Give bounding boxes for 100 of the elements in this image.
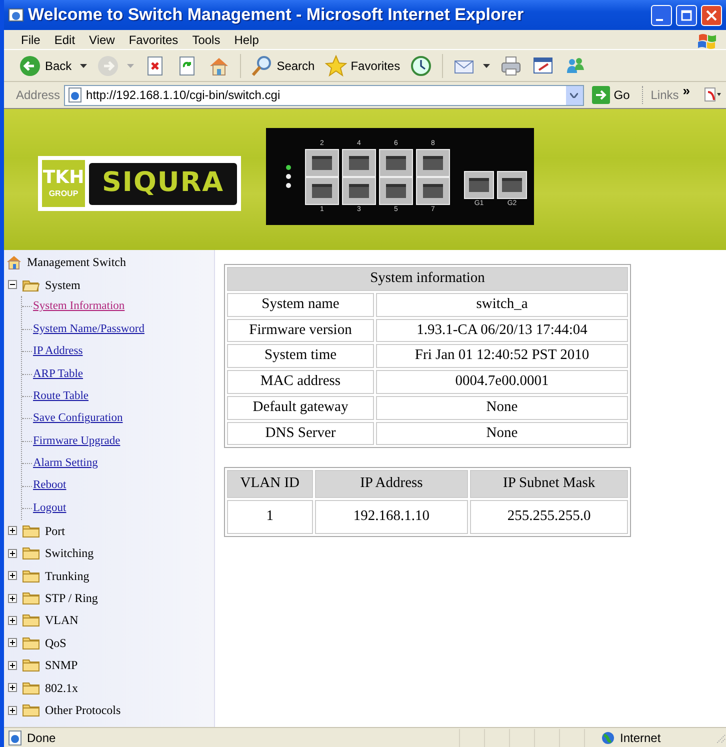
tree-link[interactable]: ARP Table — [33, 366, 83, 383]
resize-grip-icon — [714, 732, 726, 744]
address-label: Address — [16, 87, 60, 104]
tree-folder-label[interactable]: QoS — [45, 634, 66, 652]
table-cell: Default gateway — [227, 396, 374, 420]
port-icon — [379, 176, 413, 204]
tree-folder-label[interactable]: Other Protocols — [45, 701, 121, 719]
links-label[interactable]: Links — [642, 86, 679, 104]
led-icon — [286, 174, 291, 179]
table-cell: None — [376, 422, 628, 446]
menu-item[interactable]: File — [14, 30, 48, 48]
table-cell: 0004.7e00.0001 — [376, 370, 628, 394]
document-icon[interactable] — [702, 87, 722, 103]
expand-icon[interactable] — [8, 706, 17, 714]
chevron[interactable]: » — [682, 81, 690, 101]
maximize-icon — [681, 10, 692, 20]
go-button[interactable]: Go — [588, 86, 638, 104]
port-icon — [497, 170, 527, 198]
logo-subtitle: GROUP — [48, 190, 78, 198]
caret-icon — [483, 64, 490, 68]
tree-link[interactable]: Route Table — [33, 388, 89, 406]
table-title: System information — [227, 267, 628, 291]
column-header: IP Address — [314, 470, 468, 498]
table-cell: None — [376, 396, 628, 420]
tree-link[interactable]: Firmware Upgrade — [33, 432, 120, 450]
minimize-button[interactable] — [651, 4, 672, 26]
port-icon — [305, 148, 339, 176]
folder-icon — [22, 636, 40, 650]
address-box[interactable]: http://192.168.1.10/cgi-bin/switch.cgi — [64, 84, 584, 106]
caret-icon — [80, 64, 87, 68]
search-button[interactable]: Search — [248, 52, 318, 78]
folder-icon — [22, 680, 40, 695]
status-text: Done — [27, 730, 56, 746]
menu-item[interactable]: Edit — [47, 30, 82, 48]
expand-icon[interactable] — [8, 660, 17, 670]
tree-link[interactable]: System Information — [33, 298, 125, 316]
dropdown-button[interactable] — [566, 86, 583, 104]
tree-folder-label[interactable]: Switching — [45, 544, 94, 562]
table-cell: DNS Server — [227, 422, 374, 446]
logo-wordmark: SIQURA — [89, 162, 237, 204]
led-icon — [286, 165, 291, 170]
expand-icon[interactable] — [8, 683, 17, 692]
tree-link[interactable]: Reboot — [33, 477, 66, 495]
tree-folder-label[interactable]: 802.1x — [45, 678, 78, 697]
tree-folder-label[interactable]: VLAN — [45, 611, 78, 630]
port-icon — [305, 176, 339, 204]
browser-icon — [8, 7, 24, 23]
led-icon — [286, 183, 291, 188]
table-cell: MAC address — [227, 370, 374, 394]
expand-icon[interactable] — [8, 638, 17, 648]
logo-letters: TKH — [42, 169, 84, 187]
table-cell: Firmware version — [227, 318, 374, 342]
tree-link[interactable]: Logout — [33, 500, 66, 518]
menu-item[interactable]: View — [82, 30, 122, 48]
expand-icon[interactable] — [8, 526, 17, 536]
star-icon — [324, 54, 347, 76]
page-icon — [7, 730, 23, 746]
tree-folder-label[interactable]: STP / Ring — [45, 589, 98, 608]
table-cell: 255.255.255.0 — [470, 500, 628, 534]
caret-icon — [570, 92, 578, 98]
expand-icon[interactable] — [8, 571, 17, 580]
port-icon — [464, 170, 494, 198]
printer-icon — [500, 54, 522, 76]
edit-window-icon — [532, 54, 554, 76]
tree-folder-label[interactable]: SNMP — [45, 656, 78, 674]
expand-icon[interactable] — [8, 616, 17, 625]
back-button[interactable]: Back — [16, 52, 90, 78]
tree-link[interactable]: IP Address — [33, 343, 83, 360]
tree-link[interactable]: Alarm Setting — [33, 455, 98, 472]
folder-icon — [22, 613, 40, 628]
caret-icon — [126, 64, 134, 68]
menu-item[interactable]: Favorites — [122, 30, 186, 48]
tree-folder-label[interactable]: Port — [45, 522, 66, 540]
collapse-icon[interactable] — [8, 280, 17, 290]
tree-root-label[interactable]: Management Switch — [27, 253, 126, 272]
tree-folder-label[interactable]: Trunking — [45, 566, 90, 585]
close-button[interactable] — [701, 4, 722, 26]
table-cell: System name — [227, 292, 374, 316]
tree-folder-label[interactable]: System — [45, 276, 80, 294]
table-cell: Fri Jan 01 12:40:52 PST 2010 — [376, 344, 628, 368]
window-title: Welcome to Switch Management - Microsoft Internet Explorer — [28, 4, 525, 26]
expand-icon[interactable] — [8, 594, 17, 603]
favorites-button[interactable]: Favorites — [322, 52, 404, 78]
column-header: IP Subnet Mask — [470, 470, 628, 498]
tree-link[interactable]: Save Configuration — [33, 410, 123, 428]
folder-icon — [22, 703, 40, 717]
globe-icon — [601, 730, 615, 744]
menu-item[interactable]: Tools — [185, 30, 228, 48]
table-cell: 1 — [227, 500, 313, 534]
table-cell: System time — [227, 344, 374, 368]
menu-item[interactable]: Help — [227, 30, 266, 48]
tree-link[interactable]: System Name/Password — [33, 320, 144, 338]
maximize-button[interactable] — [676, 4, 697, 26]
zone-label: Internet — [620, 730, 661, 746]
table-cell: 192.168.1.10 — [314, 500, 468, 534]
table-cell: 1.93.1-CA 06/20/13 17:44:04 — [376, 318, 628, 342]
page-icon — [67, 87, 84, 103]
expand-icon[interactable] — [8, 548, 17, 558]
folder-icon — [22, 568, 40, 583]
folder-icon — [22, 546, 40, 560]
